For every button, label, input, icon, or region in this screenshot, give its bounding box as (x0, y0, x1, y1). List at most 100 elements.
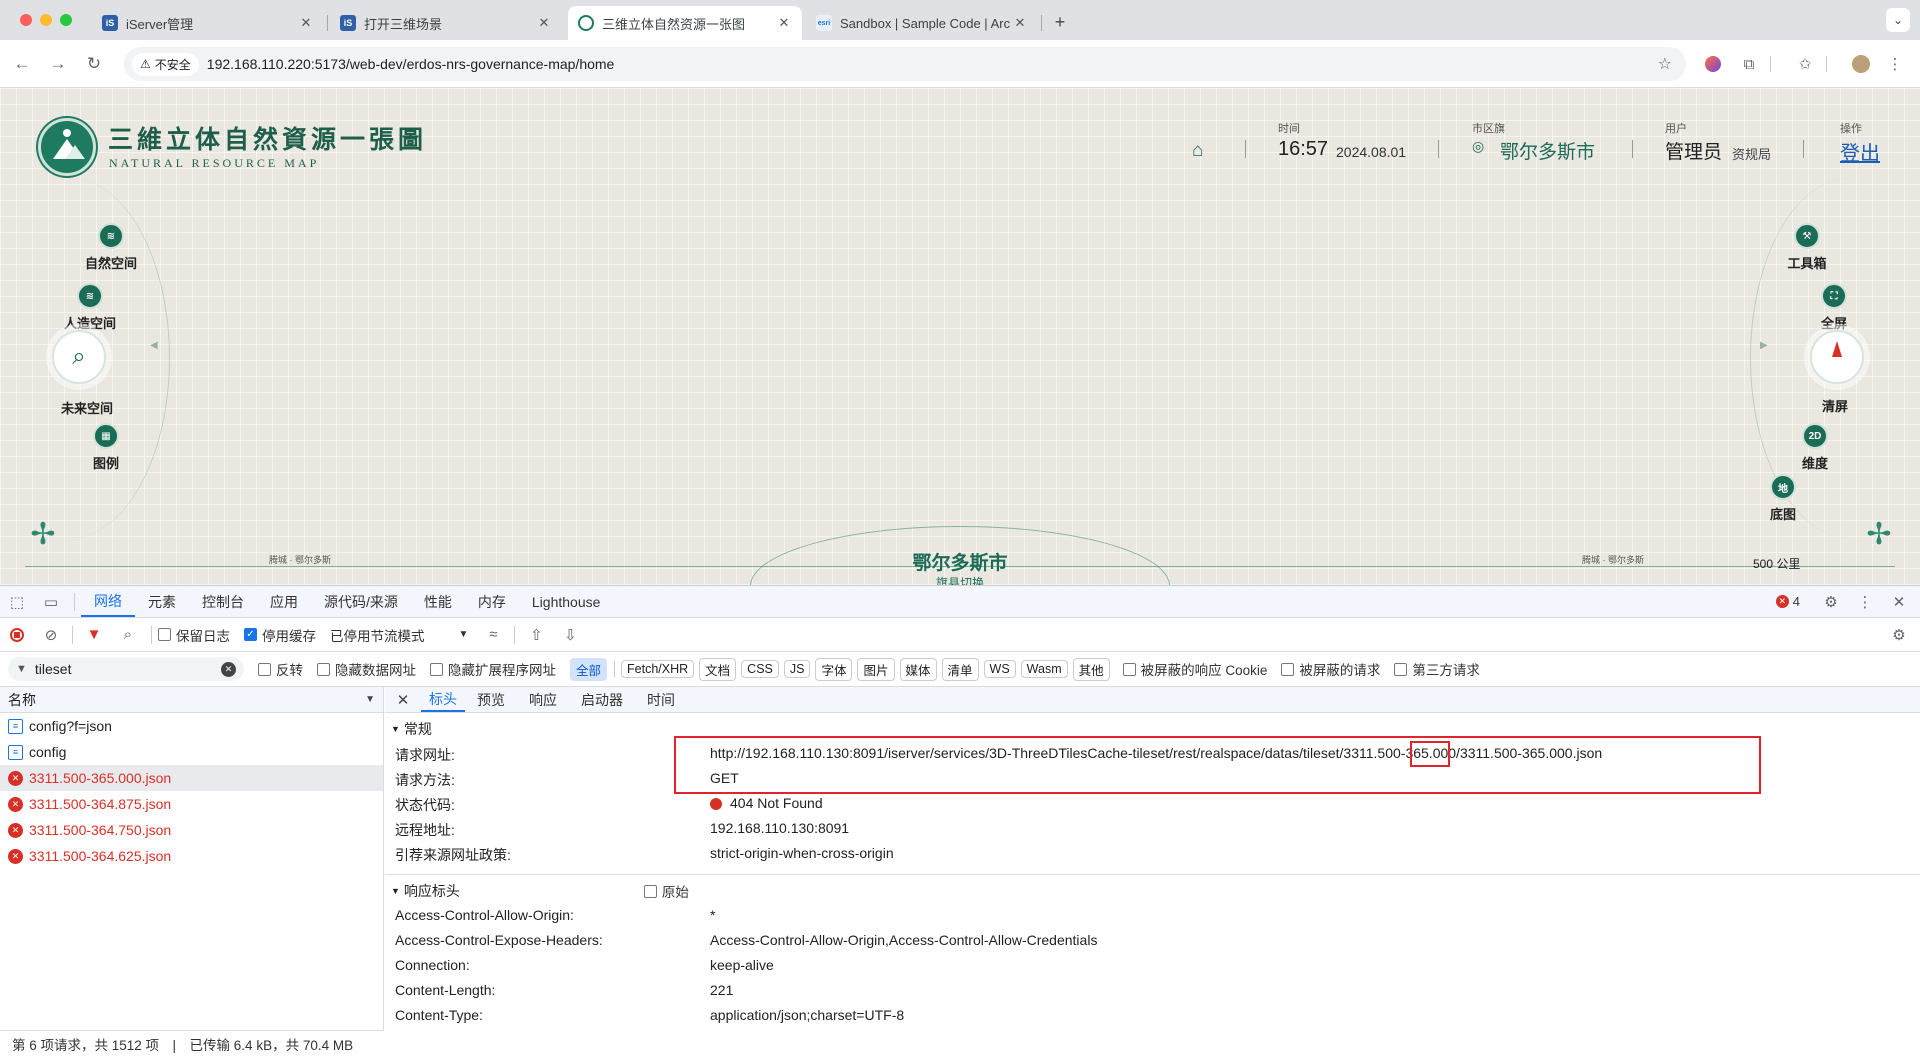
tab-sources[interactable]: 源代码/来源 (311, 586, 411, 617)
header-value[interactable]: 404 Not Found (730, 795, 823, 811)
close-devtools-icon[interactable]: ✕ (1888, 591, 1910, 613)
collapse-right-arrow-icon[interactable]: ▶ (1760, 340, 1768, 351)
filter-text[interactable]: tileset (35, 661, 213, 677)
browser-tab-natural-resource-map[interactable]: 三维立体自然资源一张图 ✕ (568, 6, 802, 40)
menu-fullscreen[interactable]: ⛶ 全屏 (1794, 283, 1874, 332)
menu-future-space[interactable]: 未来空间 (47, 374, 127, 417)
forward-arrow-icon[interactable]: → (46, 52, 70, 76)
detail-tab-response[interactable]: 响应 (517, 687, 569, 712)
type-filter-js[interactable]: JS (783, 660, 811, 678)
close-tab-icon[interactable]: ✕ (1012, 15, 1028, 31)
header-value[interactable]: Access-Control-Allow-Origin,Access-Contr… (710, 932, 1097, 948)
error-counter[interactable]: ✕ 4 (1775, 594, 1800, 609)
tab-search-chevron-down-icon[interactable]: ⌄ (1886, 8, 1910, 32)
menu-natural-space[interactable]: ≋ 自然空间 (71, 223, 151, 272)
search-icon[interactable]: ⌕ (117, 624, 139, 646)
extensions-puzzle-icon[interactable]: ⧉ (1738, 53, 1760, 75)
tab-performance[interactable]: 性能 (411, 586, 465, 617)
type-filter-doc[interactable]: 文档 (699, 657, 737, 681)
tab-elements[interactable]: 元素 (135, 586, 189, 617)
type-filter-img[interactable]: 图片 (857, 657, 895, 681)
network-settings-gear-icon[interactable]: ⚙ (1888, 624, 1910, 646)
address-bar[interactable]: ⚠ 不安全 192.168.110.220:5173/web-dev/erdos… (124, 47, 1686, 81)
tab-lighthouse[interactable]: Lighthouse (519, 586, 614, 617)
map-canvas[interactable]: 三維立体自然資源一張圖 NATURAL RESOURCE MAP ⌂ 时间 16… (0, 88, 1920, 585)
compass-icon[interactable] (1810, 330, 1864, 384)
request-row[interactable]: ✕ 3311.500-364.875.json (0, 791, 383, 817)
menu-dimension[interactable]: 2D 维度 (1775, 423, 1855, 472)
settings-gear-icon[interactable]: ⚙ (1820, 591, 1842, 613)
third-party-checkbox[interactable]: 第三方请求 (1394, 659, 1480, 679)
type-filter-ws[interactable]: WS (983, 660, 1016, 678)
profile-avatar[interactable] (1850, 53, 1872, 75)
blocked-cookies-checkbox[interactable]: 被屏蔽的响应 Cookie (1122, 659, 1267, 679)
request-row[interactable]: ✕ 3311.500-364.625.json (0, 843, 383, 869)
tab-memory[interactable]: 内存 (465, 586, 519, 617)
logout-link[interactable]: 登出 (1840, 137, 1880, 166)
tab-network[interactable]: 网络 (81, 586, 135, 617)
record-stop-icon[interactable] (6, 624, 28, 646)
request-row[interactable]: ✕ 3311.500-365.000.json (0, 765, 383, 791)
inspect-element-icon[interactable]: ⬚ (6, 591, 28, 613)
type-filter-other[interactable]: 其他 (1072, 657, 1110, 681)
request-row[interactable]: ≡ config (0, 739, 383, 765)
close-window-button[interactable] (20, 14, 32, 26)
browser-menu-icon[interactable]: ⋮ (1884, 53, 1906, 75)
network-conditions-wifi-icon[interactable]: ≈ (482, 624, 504, 646)
filter-funnel-icon[interactable]: ▼ (83, 624, 105, 646)
device-toolbar-icon[interactable]: ▭ (40, 591, 62, 613)
header-value[interactable]: application/json;charset=UTF-8 (710, 1007, 904, 1023)
more-options-icon[interactable]: ⋮ (1854, 591, 1876, 613)
type-filter-css[interactable]: CSS (741, 660, 779, 678)
menu-artificial-space[interactable]: ≋ 人造空间 (50, 283, 130, 332)
type-filter-all[interactable]: 全部 (570, 657, 608, 681)
bookmark-star-icon[interactable]: ☆ (1658, 54, 1672, 74)
bookmarks-star-icon[interactable]: ✩ (1794, 53, 1816, 75)
request-list-header[interactable]: 名称 ▼ (0, 687, 383, 713)
reload-icon[interactable]: ↻ (82, 52, 106, 76)
security-chip[interactable]: ⚠ 不安全 (132, 52, 199, 76)
header-value[interactable]: http://192.168.110.130:8091/iserver/serv… (710, 745, 1602, 761)
filter-input[interactable]: ▼ tileset ✕ (8, 657, 244, 681)
header-value[interactable]: strict-origin-when-cross-origin (710, 845, 894, 861)
hide-extension-urls-checkbox[interactable]: 隐藏扩展程序网址 (430, 659, 556, 679)
request-row[interactable]: ≡ config?f=json (0, 713, 383, 739)
county-switch-button[interactable]: 旗县切换 (0, 574, 1920, 585)
preserve-log-checkbox[interactable]: 保留日志 (158, 625, 230, 645)
region-selector[interactable]: 鄂尔多斯市 (1500, 137, 1595, 164)
detail-tab-preview[interactable]: 预览 (465, 687, 517, 712)
type-filter-fetch-xhr[interactable]: Fetch/XHR (621, 660, 695, 678)
detail-tab-initiator[interactable]: 启动器 (569, 687, 635, 712)
disable-cache-checkbox[interactable]: ✓ 停用缓存 (244, 625, 316, 645)
header-value[interactable]: GET (710, 770, 739, 786)
hide-data-urls-checkbox[interactable]: 隐藏数据网址 (317, 659, 416, 679)
header-value[interactable]: 221 (710, 982, 733, 998)
response-headers-section-header[interactable]: ▼ 响应标头 原始 (385, 879, 1920, 903)
url-text[interactable]: 192.168.110.220:5173/web-dev/erdos-nrs-g… (207, 56, 615, 72)
close-tab-icon[interactable]: ✕ (298, 15, 314, 31)
tab-application[interactable]: 应用 (257, 586, 311, 617)
menu-basemap[interactable]: 地 底图 (1743, 474, 1823, 523)
back-arrow-icon[interactable]: ← (10, 52, 34, 76)
header-value[interactable]: keep-alive (710, 957, 774, 973)
home-icon[interactable]: ⌂ (1192, 140, 1203, 162)
close-tab-icon[interactable]: ✕ (776, 15, 792, 31)
type-filter-media[interactable]: 媒体 (899, 657, 937, 681)
close-detail-icon[interactable]: ✕ (385, 691, 421, 709)
minimize-window-button[interactable] (40, 14, 52, 26)
browser-tab-iserver[interactable]: iS iServer管理 ✕ (92, 6, 324, 40)
zoom-window-button[interactable] (60, 14, 72, 26)
type-filter-wasm[interactable]: Wasm (1020, 660, 1068, 678)
header-value[interactable]: * (710, 907, 715, 923)
browser-tab-esri-sandbox[interactable]: esri Sandbox | Sample Code | Arc ✕ (806, 6, 1038, 40)
blocked-requests-checkbox[interactable]: 被屏蔽的请求 (1281, 659, 1380, 679)
header-value[interactable]: 192.168.110.130:8091 (710, 820, 849, 836)
extension-firefox-icon[interactable] (1702, 53, 1724, 75)
invert-checkbox[interactable]: 反转 (258, 659, 303, 679)
request-row[interactable]: ✕ 3311.500-364.750.json (0, 817, 383, 843)
collapse-left-arrow-icon[interactable]: ◀ (150, 340, 158, 351)
tab-console[interactable]: 控制台 (189, 586, 257, 617)
type-filter-manifest[interactable]: 清单 (941, 657, 979, 681)
menu-clear-screen[interactable]: 清屏 (1795, 378, 1875, 415)
type-filter-font[interactable]: 字体 (815, 657, 853, 681)
